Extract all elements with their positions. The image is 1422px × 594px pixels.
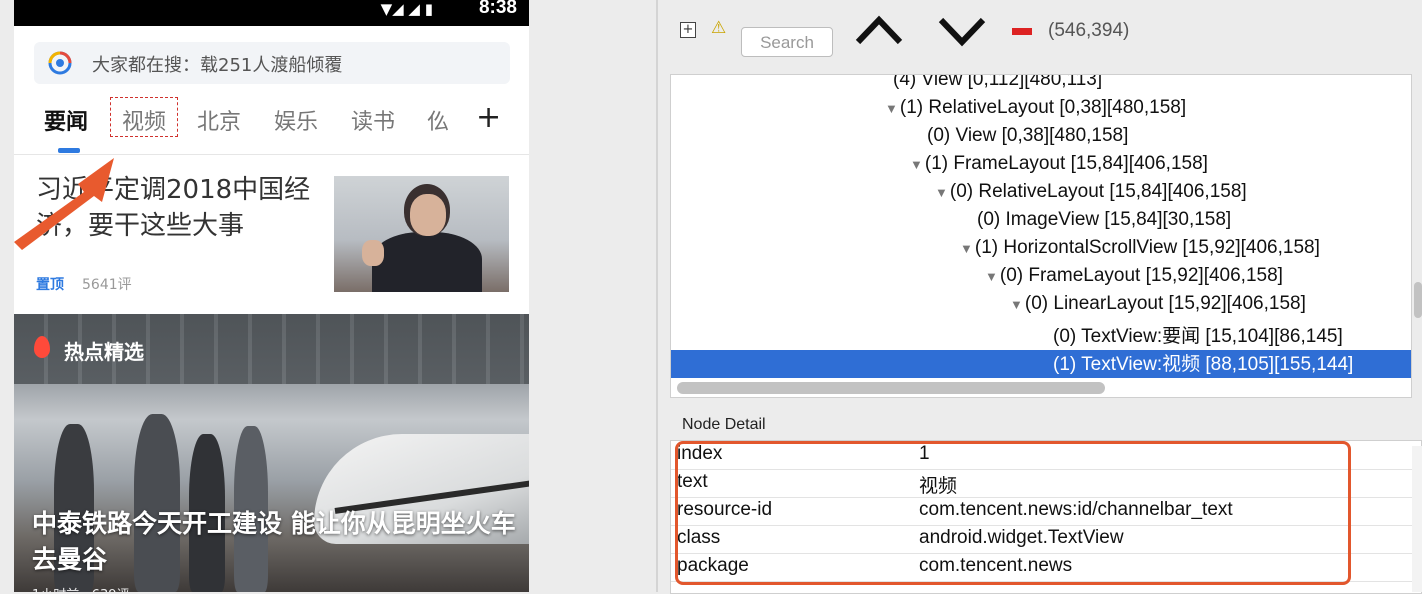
search-bar[interactable]: 大家都在搜：载251人渡船倾覆 [34,42,510,84]
tree-node-label: (1) RelativeLayout [0,38][480,158] [899,97,1187,118]
tree-node[interactable]: ▼ (0) FrameLayout [15,92][406,158] [985,265,1283,287]
tree-node-label: (0) LinearLayout [15,92][406,158] [1024,293,1306,314]
detail-highlight-box [675,441,1351,585]
tree-node[interactable]: ▼ (0) RelativeLayout [15,84][406,158] [935,181,1247,203]
hot-article-meta: 1小时前 · 639评 [32,584,129,592]
tree-node-label: (0) RelativeLayout [15,84][406,158] [949,181,1247,202]
node-search-input[interactable]: Search [741,27,833,57]
tree-node[interactable]: ▼ (1) FrameLayout [15,84][406,158] [910,153,1208,175]
signal-battery-icons: ▼◢ ◢ ▮ [380,0,433,18]
tree-node-label: (1) HorizontalScrollView [15,92][406,158… [974,237,1320,258]
status-bar: ▼◢ ◢ ▮ 8:38 [14,0,529,26]
tree-node-label: (0) View [0,38][480,158] [927,125,1129,146]
tree-node-label: (1) TextView:视频 [88,105][155,144] [1053,354,1354,375]
clear-search-button[interactable] [1012,28,1032,35]
tree-node[interactable]: ▼ (1) HorizontalScrollView [15,92][406,15… [960,237,1320,259]
pane-divider[interactable] [656,0,658,592]
inspector-toolbar: + ⚠ Search (546,394) [660,0,1422,70]
tree-vertical-scrollbar[interactable] [1414,282,1422,318]
comment-count: 5641评 [82,277,132,293]
tree-node[interactable]: ▼ (1) RelativeLayout [0,38][480,158] [885,97,1186,119]
node-detail-title: Node Detail [682,416,766,433]
hot-picks-label: 热点精选 [64,340,144,364]
collapse-triangle-icon[interactable]: ▼ [910,157,923,172]
hierarchy-tree[interactable]: (4) View [0,112][480,113] ▼ (1) RelativeL… [670,74,1412,398]
node-detail-table: index 1 text 视频 resource-id com.tencent.new… [670,440,1422,594]
channel-tab-yaowen[interactable]: 要闻 [44,104,88,136]
channel-tab-entertainment[interactable]: 娱乐 [274,104,318,136]
tree-node-label: (0) TextView:要闻 [15,104][86,145] [1053,326,1343,347]
channel-tab-video[interactable]: 视频 [122,104,166,136]
tree-node-label: (0) FrameLayout [15,92][406,158] [999,265,1283,286]
collapse-triangle-icon[interactable]: ▼ [985,269,998,284]
search-hint: 大家都在搜：载251人渡船倾覆 [92,55,343,76]
annotation-arrow-icon [14,158,114,250]
expand-all-icon[interactable]: + [680,22,696,38]
collapse-triangle-icon[interactable]: ▼ [1010,297,1023,312]
channel-bar: 要闻 视频 北京 娱乐 读书 仫 + [14,96,529,155]
hot-article-title: 中泰铁路今天开工建设 能让你从昆明坐火车去曼谷 [32,509,516,574]
article-thumbnail [334,176,509,292]
tree-node-selected[interactable]: (1) TextView:视频 [88,105][155,144] [1053,349,1353,376]
ui-inspector-pane: + ⚠ Search (546,394) (4) View [0,112][48… [660,0,1422,594]
warning-icon[interactable]: ⚠ [711,18,726,38]
flame-icon [34,336,50,358]
tree-node-label: (4) View [0,112][480,113] [893,74,1103,90]
add-channel-button[interactable]: + [476,100,501,135]
collapse-triangle-icon[interactable]: ▼ [960,241,973,256]
tree-node[interactable]: ▼ (0) LinearLayout [15,92][406,158] [1010,293,1306,315]
tencent-news-logo-icon [48,51,72,75]
cursor-coordinates: (546,394) [1048,20,1130,41]
next-result-icon[interactable] [937,10,987,50]
tree-node[interactable]: (4) View [0,112][480,113] [893,74,1103,91]
previous-result-icon[interactable] [854,10,904,50]
channel-tab-partial[interactable]: 仫 [427,104,449,136]
tree-node[interactable]: (0) TextView:要闻 [15,104][86,145] [1053,321,1343,348]
channel-tab-beijing[interactable]: 北京 [197,104,241,136]
collapse-triangle-icon[interactable]: ▼ [885,101,898,116]
tree-node-label: (1) FrameLayout [15,84][406,158] [924,153,1208,174]
phone-screen: ▼◢ ◢ ▮ 8:38 大家都在搜：载251人渡船倾覆 要闻 视频 北京 娱乐 … [14,0,529,592]
tree-node[interactable]: (0) View [0,38][480,158] [927,125,1128,147]
tree-node-label: (0) ImageView [15,84][30,158] [977,209,1232,230]
tree-node[interactable]: (0) ImageView [15,84][30,158] [977,209,1231,231]
detail-vertical-scrollbar[interactable] [1412,446,1422,592]
hot-picks-card[interactable]: 热点精选 中泰铁路今天开工建设 能让你从昆明坐火车去曼谷 1小时前 · 639评 [14,314,529,592]
tree-horizontal-scrollbar[interactable] [677,382,1105,394]
channel-tab-reading[interactable]: 读书 [351,104,395,136]
pinned-badge: 置顶 [36,277,64,293]
collapse-triangle-icon[interactable]: ▼ [935,185,948,200]
status-time: 8:38 [478,0,517,18]
